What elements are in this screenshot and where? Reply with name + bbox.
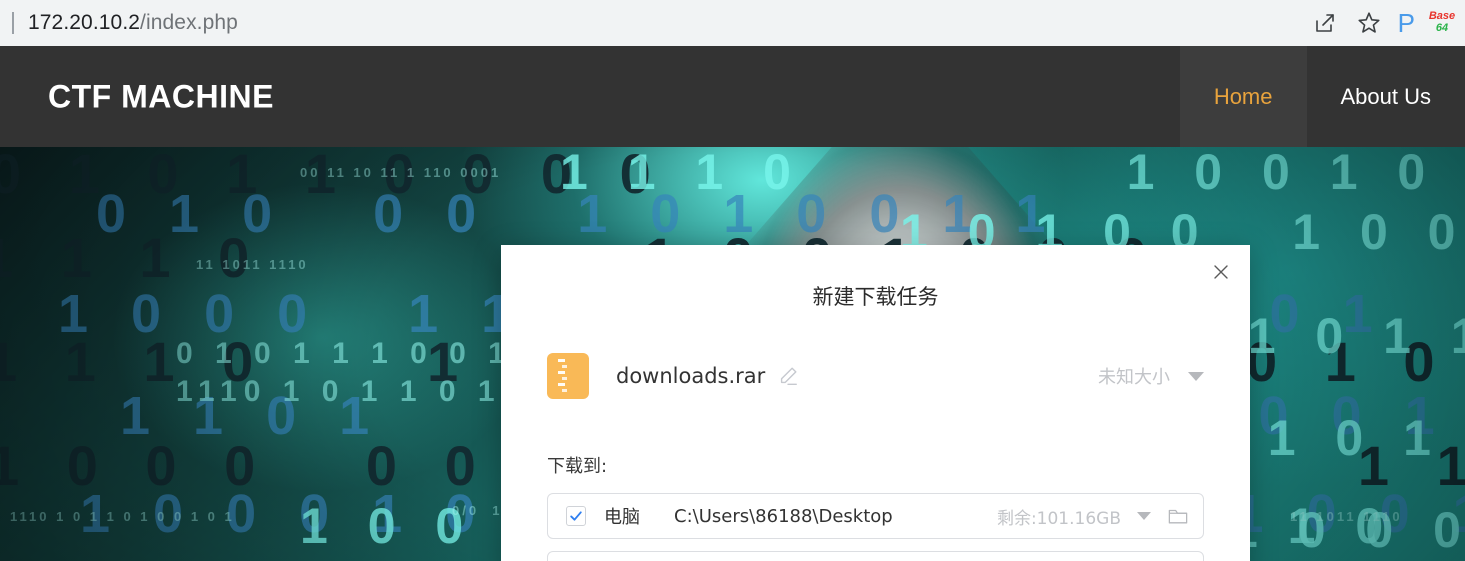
extension-base64-icon[interactable]: Base 64 bbox=[1425, 6, 1459, 40]
destination-right-group: 剩余:101.16GB bbox=[997, 504, 1189, 529]
chevron-down-icon[interactable] bbox=[1188, 371, 1204, 381]
address-bar[interactable]: 172.20.10.2/index.php bbox=[4, 0, 238, 46]
destination-kind: 电脑 bbox=[604, 507, 640, 528]
destination-checkbox[interactable] bbox=[566, 506, 586, 526]
file-row: downloads.rar 未知大小 bbox=[547, 353, 1204, 399]
base64-icon-bottom: 64 bbox=[1435, 22, 1449, 34]
file-size-value: 未知大小 bbox=[1098, 367, 1170, 388]
bookmark-star-icon[interactable] bbox=[1350, 4, 1388, 42]
close-icon[interactable] bbox=[1204, 255, 1238, 289]
url-text: 172.20.10.2/index.php bbox=[28, 11, 238, 35]
url-host: 172.20.10.2 bbox=[28, 11, 141, 34]
edit-pencil-icon[interactable] bbox=[777, 365, 799, 387]
zip-teeth bbox=[558, 359, 567, 393]
destination-free-space: 剩余:101.16GB bbox=[996, 508, 1121, 529]
file-name: downloads.rar bbox=[616, 364, 766, 388]
binary-row-tiny: 00 11 10 11 1 110 0001 bbox=[300, 165, 502, 180]
site-brand[interactable]: CTF MACHINE bbox=[48, 78, 274, 115]
destination-chevron-down-icon[interactable] bbox=[1137, 512, 1151, 520]
binary-row-tiny: 11 1011 1110 bbox=[196, 257, 309, 272]
site-navbar: CTF MACHINE Home About Us bbox=[0, 46, 1465, 147]
destination-path[interactable]: C:\Users\86188\Desktop bbox=[674, 506, 893, 527]
url-path: /index.php bbox=[140, 11, 238, 34]
browser-window: 172.20.10.2/index.php P Base 64 CTF MACH… bbox=[0, 0, 1465, 561]
destination-row[interactable]: 电脑 C:\Users\86188\Desktop 剩余:101.16GB bbox=[547, 493, 1204, 539]
browser-toolbar: 172.20.10.2/index.php P Base 64 bbox=[0, 0, 1465, 46]
binary-row-tiny: 11 1011 1110 bbox=[1290, 509, 1403, 524]
browser-action-group: P Base 64 bbox=[1306, 0, 1459, 46]
rar-archive-icon bbox=[547, 353, 589, 399]
destination-label: 下载到: bbox=[547, 456, 608, 477]
dialog-title: 新建下载任务 bbox=[812, 285, 939, 309]
text-cursor bbox=[12, 12, 14, 34]
folder-browse-icon[interactable] bbox=[1167, 506, 1189, 526]
share-icon[interactable] bbox=[1306, 4, 1344, 42]
nav-item-about-us[interactable]: About Us bbox=[1307, 46, 1465, 147]
extension-p-icon[interactable]: P bbox=[1394, 10, 1419, 36]
site-nav-links: Home About Us bbox=[1179, 46, 1465, 147]
binary-row-tiny: 1110 1 0 1 1 0 1 0 0 1 0 1 bbox=[10, 509, 235, 524]
destination-row-secondary[interactable] bbox=[547, 551, 1204, 561]
nav-item-home[interactable]: Home bbox=[1179, 46, 1307, 147]
file-size-group[interactable]: 未知大小 bbox=[1098, 363, 1204, 389]
new-download-task-dialog: 新建下载任务 downloads.rar 未知大小 下载到: 电脑 C:\Use… bbox=[501, 245, 1250, 561]
